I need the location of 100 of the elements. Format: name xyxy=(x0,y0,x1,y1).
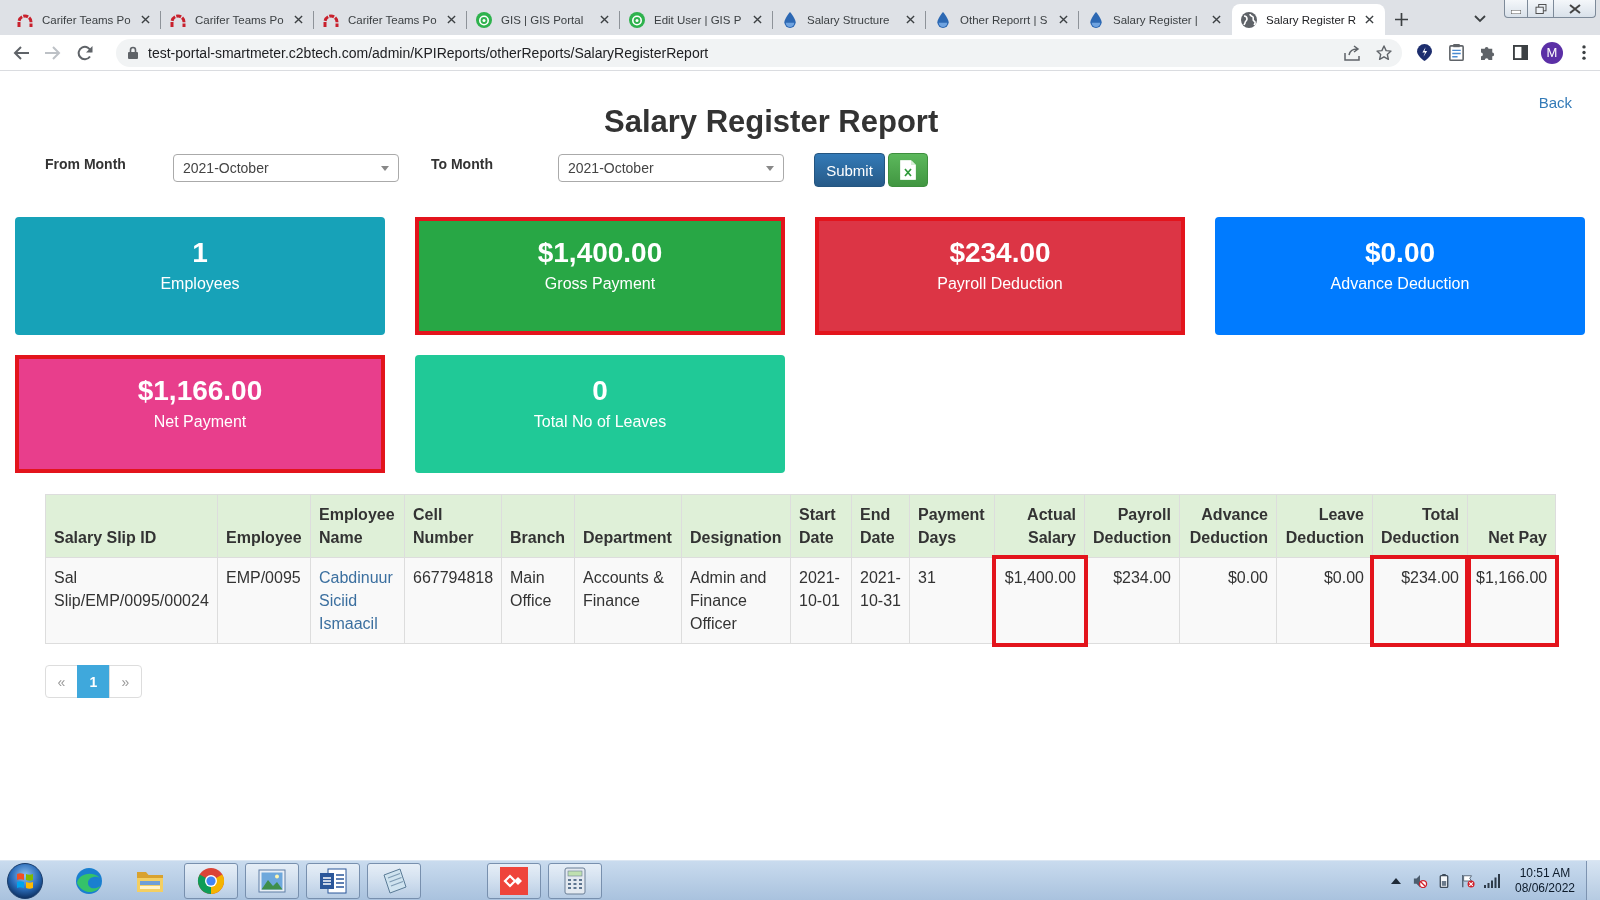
table-cell: 2021-10-31 xyxy=(851,557,910,644)
clock-time: 10:51 AM xyxy=(1519,865,1571,881)
table-cell: Admin and Finance Officer xyxy=(681,557,791,644)
table-cell: EMP/0095 xyxy=(217,557,311,644)
reload-icon[interactable] xyxy=(77,44,93,61)
card-label: Employees xyxy=(159,274,241,294)
card-value: 1 xyxy=(191,236,209,270)
table-cell: $0.00 xyxy=(1179,557,1277,644)
bolt-badge-icon[interactable] xyxy=(1416,44,1432,61)
drop-icon xyxy=(1088,11,1104,28)
submit-button[interactable]: Submit xyxy=(814,153,885,187)
chevron-down-icon[interactable] xyxy=(1474,15,1486,23)
card-value: $234.00 xyxy=(948,236,1052,270)
speaker-muted-icon[interactable] xyxy=(1412,873,1428,888)
menu-icon[interactable] xyxy=(1582,45,1586,60)
column-header: Actual Salary xyxy=(994,494,1085,558)
browser-tab[interactable]: Carifer Teams Po xyxy=(161,4,314,35)
taskbar-button[interactable] xyxy=(548,862,602,899)
start-icon[interactable] xyxy=(7,862,43,899)
column-header: Net Pay xyxy=(1467,494,1556,558)
close-icon[interactable] xyxy=(294,15,303,24)
back-link[interactable]: Back xyxy=(1538,94,1572,112)
document-icon xyxy=(319,866,347,895)
circle-logo-icon xyxy=(629,11,645,28)
table-cell: 31 xyxy=(909,557,995,644)
browser-tab[interactable]: Carifer Teams Po xyxy=(8,4,161,35)
star-icon[interactable] xyxy=(1376,44,1392,61)
taskbar-button[interactable] xyxy=(487,862,541,899)
browser-icon[interactable] xyxy=(75,866,103,895)
table-cell: 667794818 xyxy=(404,557,502,644)
employee-name-link[interactable]: Cabdinuur Siciid Ismaacil xyxy=(319,566,396,635)
file-icon xyxy=(900,160,916,180)
card-label: Total No of Leaves xyxy=(532,412,668,432)
close-icon[interactable] xyxy=(141,15,150,24)
column-header: Designation xyxy=(681,494,791,558)
month-select[interactable]: 2021-October xyxy=(173,154,399,182)
close-icon[interactable] xyxy=(753,15,762,24)
column-header: Employee Name xyxy=(310,494,405,558)
browser-tab[interactable]: Salary Register R xyxy=(1232,4,1385,35)
circle-logo-icon xyxy=(476,11,492,28)
table-cell: Sal Slip/EMP/0095/00024 xyxy=(45,557,218,644)
column-header: Department xyxy=(574,494,682,558)
card-label: Net Payment xyxy=(152,412,248,432)
filter-label: To Month xyxy=(431,156,494,173)
side-panel-icon[interactable] xyxy=(1512,44,1528,61)
share-icon[interactable] xyxy=(1344,44,1360,61)
table-cell: $234.00 xyxy=(1372,557,1468,644)
browser-tab[interactable]: Carifer Teams Po xyxy=(314,4,467,35)
card-label: Advance Deduction xyxy=(1329,274,1471,294)
taskbar-button[interactable] xyxy=(306,862,360,899)
taskbar-button[interactable] xyxy=(184,862,238,899)
close-icon[interactable] xyxy=(906,15,915,24)
browser-tab[interactable]: Salary Structure xyxy=(773,4,926,35)
close-window-button[interactable] xyxy=(1554,0,1596,18)
drop-icon xyxy=(782,11,798,28)
browser-tab[interactable]: GIS | GIS Portal xyxy=(467,4,620,35)
restore-button[interactable] xyxy=(1528,0,1554,18)
signal-bars-icon[interactable] xyxy=(1484,873,1500,888)
taskbar-button[interactable] xyxy=(245,862,299,899)
export-button[interactable] xyxy=(888,153,928,187)
table-cell: $1,400.00 xyxy=(994,557,1085,644)
close-icon[interactable] xyxy=(1365,15,1374,24)
minimize-button[interactable] xyxy=(1504,0,1528,18)
column-header: Employee xyxy=(217,494,311,558)
month-select[interactable]: 2021-October xyxy=(558,154,784,182)
address-bar[interactable]: test-portal-smartmeter.c2btech.com/admin/KPIReports/otherReports/SalaryRegisterReport xyxy=(116,38,1402,67)
column-header: Salary Slip ID xyxy=(45,494,218,558)
table-cell: $0.00 xyxy=(1276,557,1373,644)
table-cell: Main Office xyxy=(501,557,575,644)
browser-tab[interactable]: Edit User | GIS P xyxy=(620,4,773,35)
back-icon[interactable] xyxy=(13,45,29,60)
close-icon xyxy=(1568,3,1581,14)
lock-icon xyxy=(128,46,138,59)
card-value: $1,400.00 xyxy=(536,236,664,270)
table-cell: 2021-10-01 xyxy=(790,557,852,644)
column-header: Payroll Deduction xyxy=(1084,494,1180,558)
column-header: Payment Days xyxy=(909,494,995,558)
browser-tab[interactable]: Other Reporrt | S xyxy=(926,4,1079,35)
caret-icon xyxy=(766,165,774,171)
column-header: Leave Deduction xyxy=(1276,494,1373,558)
close-icon[interactable] xyxy=(1212,15,1221,24)
column-header: Branch xyxy=(501,494,575,558)
close-icon[interactable] xyxy=(1059,15,1068,24)
close-icon[interactable] xyxy=(600,15,609,24)
page-title: Salary Register Report xyxy=(604,104,939,140)
flag-x-icon[interactable] xyxy=(1460,873,1476,888)
profile-avatar[interactable]: M xyxy=(1541,41,1563,64)
browser-icon xyxy=(197,866,225,895)
puzzle-icon[interactable] xyxy=(1480,44,1496,61)
clipboard-icon[interactable] xyxy=(1448,44,1464,61)
column-header: End Date xyxy=(851,494,910,558)
column-header: Cell Number xyxy=(404,494,502,558)
calculator-icon xyxy=(561,866,589,895)
plus-icon[interactable] xyxy=(1395,13,1408,26)
browser-tab[interactable]: Salary Register | xyxy=(1079,4,1232,35)
close-icon[interactable] xyxy=(447,15,456,24)
card-value: $1,166.00 xyxy=(136,374,264,408)
clock-date: 08/06/2022 xyxy=(1514,880,1576,896)
chevron-up-icon[interactable] xyxy=(1391,877,1401,884)
column-header: Start Date xyxy=(790,494,852,558)
